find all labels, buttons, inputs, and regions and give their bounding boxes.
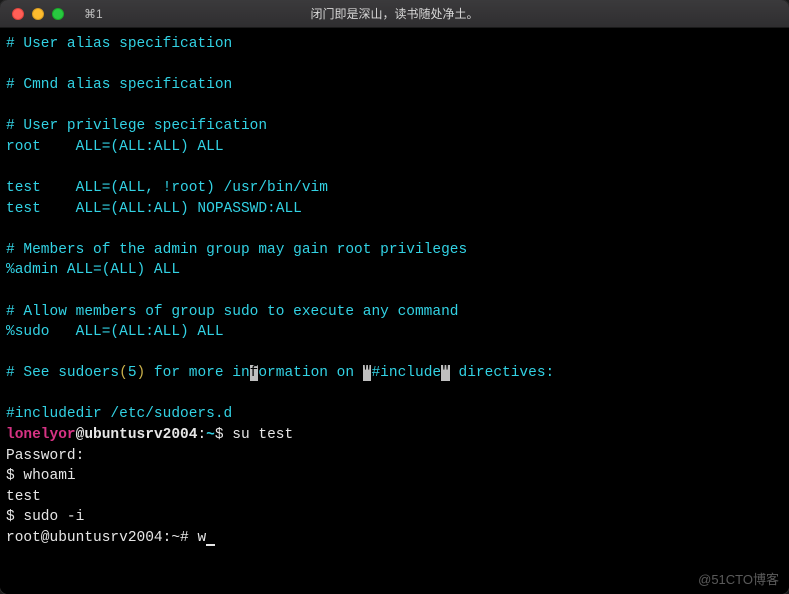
sudoers-line: # Allow members of group sudo to execute… (6, 304, 458, 320)
terminal-content[interactable]: # User alias specification # Cmnd alias … (0, 28, 789, 594)
traffic-lights (0, 8, 64, 20)
sudoers-line: # See sudoers(5) for more information on… (6, 365, 554, 381)
window-title: 闭门即是深山，读书随处净土。 (0, 5, 789, 22)
shell-prompt-line: lonelyor@ubuntusrv2004:~$ su test (6, 427, 293, 443)
shell-prompt-line: $ whoami (6, 468, 76, 484)
zoom-icon[interactable] (52, 8, 64, 20)
sudoers-line: # User alias specification (6, 36, 232, 52)
sudoers-line: # Members of the admin group may gain ro… (6, 242, 467, 258)
sudoers-line: test ALL=(ALL:ALL) NOPASSWD:ALL (6, 201, 302, 217)
password-prompt: Password: (6, 448, 84, 464)
sudoers-line: #includedir /etc/sudoers.d (6, 406, 232, 422)
titlebar: ⌘1 闭门即是深山，读书随处净土。 (0, 0, 789, 28)
root-prompt-line: root@ubuntusrv2004:~# w (6, 530, 215, 546)
shell-prompt-line: $ sudo -i (6, 509, 84, 525)
sudoers-line: # Cmnd alias specification (6, 77, 232, 93)
sudoers-line: test ALL=(ALL, !root) /usr/bin/vim (6, 180, 328, 196)
tab-label: ⌘1 (84, 7, 103, 21)
close-icon[interactable] (12, 8, 24, 20)
command-output: test (6, 489, 41, 505)
sudoers-line: %admin ALL=(ALL) ALL (6, 262, 180, 278)
sudoers-line: root ALL=(ALL:ALL) ALL (6, 139, 224, 155)
sudoers-line: # User privilege specification (6, 118, 267, 134)
minimize-icon[interactable] (32, 8, 44, 20)
cursor-icon (206, 531, 215, 546)
sudoers-line: %sudo ALL=(ALL:ALL) ALL (6, 324, 224, 340)
terminal-window: ⌘1 闭门即是深山，读书随处净土。 # User alias specifica… (0, 0, 789, 594)
